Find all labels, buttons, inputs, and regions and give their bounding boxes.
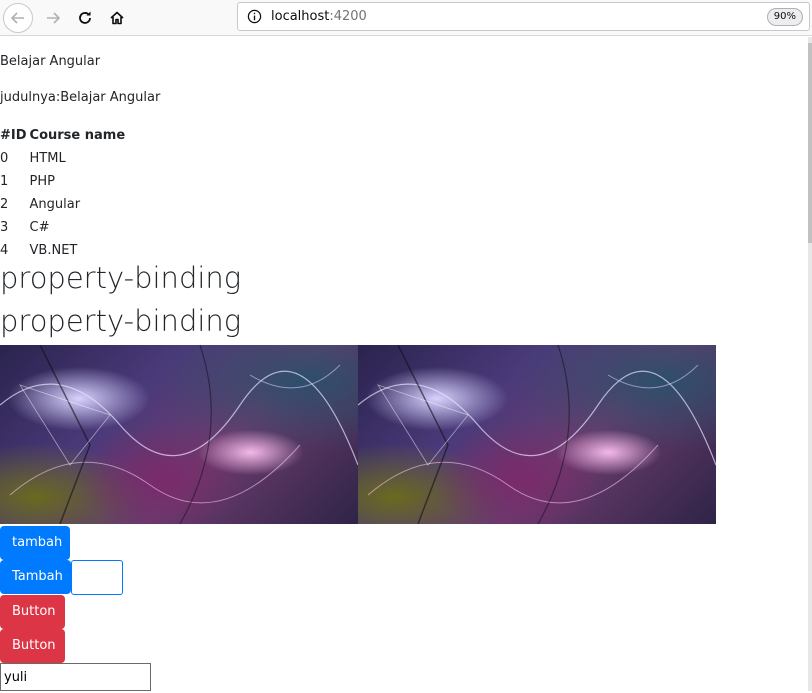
danger-button[interactable]: Button: [0, 595, 65, 629]
column-header-course-name: Course name: [29, 128, 126, 143]
home-button[interactable]: [102, 3, 132, 33]
page-content: Belajar Angular judulnya:Belajar Angular…: [0, 37, 808, 691]
cell-id: 0: [0, 151, 9, 166]
table-row: 2 Angular: [0, 193, 128, 216]
url-text: localhost:4200: [271, 9, 367, 24]
number-input[interactable]: [71, 560, 123, 595]
cell-id: 1: [0, 174, 9, 189]
browser-toolbar: localhost:4200 90%: [0, 0, 812, 36]
tambah-button-with-input[interactable]: Tambah: [0, 560, 71, 594]
property-binding-heading: property-binding: [0, 261, 242, 295]
reload-button[interactable]: [70, 3, 100, 33]
table-row: 4 VB.NET: [0, 239, 128, 262]
home-icon: [110, 11, 124, 25]
back-arrow-icon: [10, 12, 24, 24]
cell-id: 4: [0, 243, 9, 258]
cell-course-name: PHP: [29, 174, 55, 189]
column-header-id: #ID: [0, 128, 27, 143]
url-port: :4200: [329, 9, 367, 24]
table-row: 1 PHP: [0, 170, 128, 193]
app-title: Belajar Angular: [0, 54, 101, 69]
url-bar[interactable]: localhost:4200 90%: [237, 2, 810, 31]
danger-button[interactable]: Button: [0, 629, 65, 663]
abstract-image: [0, 345, 358, 524]
cell-id: 3: [0, 220, 9, 235]
forward-button[interactable]: [38, 3, 68, 33]
zoom-level-badge[interactable]: 90%: [766, 8, 803, 26]
reload-icon: [79, 11, 91, 24]
url-host: localhost: [271, 9, 330, 24]
page-scrollbar[interactable]: [808, 37, 812, 691]
cell-course-name: C#: [29, 220, 50, 235]
table-row: 0 HTML: [0, 147, 128, 170]
cell-course-name: HTML: [29, 151, 66, 166]
info-icon[interactable]: [247, 9, 262, 28]
property-binding-heading: property-binding: [0, 304, 242, 338]
scrollbar-thumb[interactable]: [808, 43, 812, 243]
abstract-image: [358, 345, 716, 524]
title-binding-text: judulnya:Belajar Angular: [0, 90, 161, 105]
image-row: [0, 345, 716, 524]
forward-arrow-icon: [47, 12, 61, 24]
courses-table: #ID Course name 0 HTML 1 PHP 2 Angular 3…: [0, 124, 128, 262]
table-header-row: #ID Course name: [0, 124, 128, 147]
table-row: 3 C#: [0, 216, 128, 239]
cell-course-name: Angular: [29, 197, 81, 212]
back-button[interactable]: [3, 3, 33, 33]
cell-id: 2: [0, 197, 9, 212]
name-input[interactable]: [0, 663, 151, 691]
cell-course-name: VB.NET: [29, 243, 78, 258]
tambah-button[interactable]: tambah: [0, 526, 70, 560]
